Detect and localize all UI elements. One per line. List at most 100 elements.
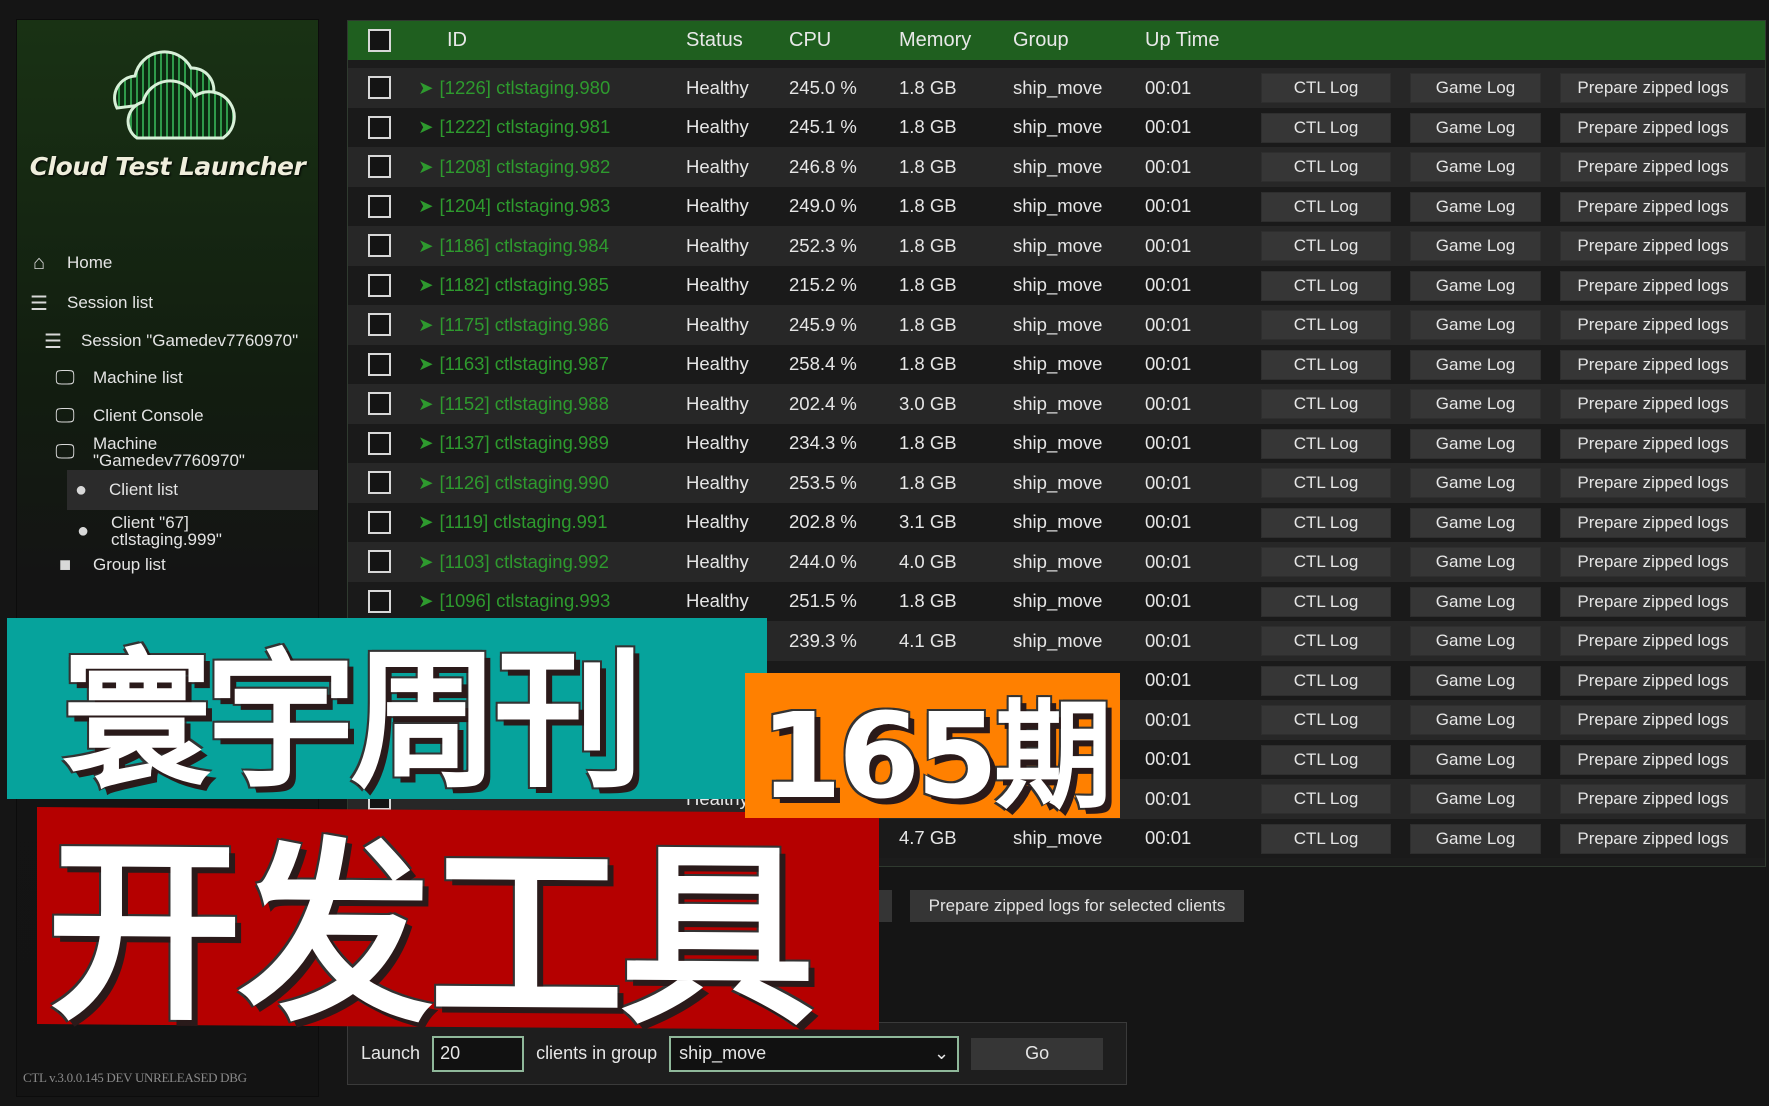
game-log-button[interactable]: Game Log [1410, 507, 1541, 538]
row-checkbox[interactable] [368, 155, 391, 179]
sidebar-item-machine-gamedev7760970[interactable]: 🖵 Machine "Gamedev7760970" [17, 432, 318, 472]
header-status[interactable]: Status [686, 21, 743, 60]
game-log-button[interactable]: Game Log [1410, 705, 1541, 735]
sidebar-item-machine-list[interactable]: 🖵 Machine list [17, 358, 318, 398]
row-checkbox[interactable] [368, 313, 391, 337]
ctl-log-button[interactable]: CTL Log [1261, 428, 1391, 459]
ctl-log-button[interactable]: CTL Log [1261, 310, 1391, 340]
ctl-log-button[interactable]: CTL Log [1261, 507, 1391, 538]
client-id-link[interactable]: ➤ [1222] ctlstaging.981 [418, 108, 610, 148]
client-id-link[interactable]: ➤ [1182] ctlstaging.985 [418, 266, 609, 306]
game-log-button[interactable]: Game Log [1410, 191, 1541, 222]
row-checkbox[interactable] [368, 234, 391, 258]
game-log-button[interactable]: Game Log [1410, 231, 1541, 261]
prepare-selected-logs-button[interactable]: Prepare zipped logs for selected clients [910, 890, 1244, 922]
prepare-zipped-logs-button[interactable]: Prepare zipped logs [1560, 784, 1746, 814]
ctl-log-button[interactable]: CTL Log [1261, 191, 1391, 222]
client-id-link[interactable]: ➤ [1119] ctlstaging.991 [418, 503, 608, 543]
ctl-log-button[interactable]: CTL Log [1261, 547, 1391, 577]
client-id-link[interactable]: ➤ [1137] ctlstaging.989 [418, 424, 609, 464]
game-log-button[interactable]: Game Log [1410, 310, 1541, 340]
prepare-zipped-logs-button[interactable]: Prepare zipped logs [1560, 626, 1746, 656]
prepare-zipped-logs-button[interactable]: Prepare zipped logs [1560, 705, 1746, 735]
game-log-button[interactable]: Game Log [1410, 73, 1541, 103]
sidebar-item-session-gamedev7760970[interactable]: ☰ Session "Gamedev7760970" [17, 321, 318, 361]
sidebar-item-client-console[interactable]: 🖵 Client Console [17, 396, 318, 436]
header-id[interactable]: ID [447, 21, 467, 60]
header-cpu[interactable]: CPU [789, 21, 831, 60]
prepare-zipped-logs-button[interactable]: Prepare zipped logs [1560, 823, 1746, 854]
game-log-button[interactable]: Game Log [1410, 270, 1541, 301]
sidebar-item-client-list[interactable]: ● Client list [67, 470, 318, 510]
game-log-button[interactable]: Game Log [1410, 468, 1541, 498]
ctl-log-button[interactable]: CTL Log [1261, 784, 1391, 814]
sidebar-item-home[interactable]: ⌂ Home [17, 243, 318, 283]
row-checkbox[interactable] [368, 115, 391, 139]
client-id-link[interactable]: ➤ [1186] ctlstaging.984 [418, 226, 609, 266]
ctl-log-button[interactable]: CTL Log [1261, 665, 1391, 696]
game-log-button[interactable]: Game Log [1410, 112, 1541, 143]
ctl-log-button[interactable]: CTL Log [1261, 152, 1391, 182]
prepare-zipped-logs-button[interactable]: Prepare zipped logs [1560, 112, 1746, 143]
prepare-zipped-logs-button[interactable]: Prepare zipped logs [1560, 270, 1746, 301]
client-id-link[interactable]: ➤ [1204] ctlstaging.983 [418, 187, 610, 227]
go-button[interactable]: Go [971, 1037, 1104, 1070]
client-id-link[interactable]: ➤ [1175] ctlstaging.986 [418, 305, 609, 345]
ctl-log-button[interactable]: CTL Log [1261, 270, 1391, 301]
game-log-button[interactable]: Game Log [1410, 784, 1541, 814]
prepare-zipped-logs-button[interactable]: Prepare zipped logs [1560, 468, 1746, 498]
prepare-zipped-logs-button[interactable]: Prepare zipped logs [1560, 349, 1746, 380]
ctl-log-button[interactable]: CTL Log [1261, 586, 1391, 617]
game-log-button[interactable]: Game Log [1410, 389, 1541, 419]
client-id-link[interactable]: ➤ [1152] ctlstaging.988 [418, 384, 609, 424]
ctl-log-button[interactable]: CTL Log [1261, 349, 1391, 380]
prepare-zipped-logs-button[interactable]: Prepare zipped logs [1560, 665, 1746, 696]
ctl-log-button[interactable]: CTL Log [1261, 823, 1391, 854]
prepare-zipped-logs-button[interactable]: Prepare zipped logs [1560, 507, 1746, 538]
game-log-button[interactable]: Game Log [1410, 586, 1541, 617]
game-log-button[interactable]: Game Log [1410, 665, 1541, 696]
header-uptime[interactable]: Up Time [1145, 21, 1219, 60]
row-checkbox[interactable] [368, 194, 391, 218]
prepare-zipped-logs-button[interactable]: Prepare zipped logs [1560, 191, 1746, 222]
ctl-log-button[interactable]: CTL Log [1261, 112, 1391, 143]
client-id-link[interactable]: ➤ [1126] ctlstaging.990 [418, 463, 609, 503]
game-log-button[interactable]: Game Log [1410, 152, 1541, 182]
row-checkbox[interactable] [368, 550, 391, 574]
client-id-link[interactable]: ➤ [1163] ctlstaging.987 [418, 345, 609, 385]
game-log-button[interactable]: Game Log [1410, 626, 1541, 656]
prepare-zipped-logs-button[interactable]: Prepare zipped logs [1560, 231, 1746, 261]
row-checkbox[interactable] [368, 471, 391, 495]
client-id-link[interactable]: ➤ [1103] ctlstaging.992 [418, 542, 609, 582]
ctl-log-button[interactable]: CTL Log [1261, 389, 1391, 419]
prepare-zipped-logs-button[interactable]: Prepare zipped logs [1560, 547, 1746, 577]
prepare-zipped-logs-button[interactable]: Prepare zipped logs [1560, 428, 1746, 459]
row-checkbox[interactable] [368, 76, 391, 100]
ctl-log-button[interactable]: CTL Log [1261, 468, 1391, 498]
ctl-log-button[interactable]: CTL Log [1261, 744, 1391, 775]
prepare-zipped-logs-button[interactable]: Prepare zipped logs [1560, 744, 1746, 775]
prepare-zipped-logs-button[interactable]: Prepare zipped logs [1560, 73, 1746, 103]
row-checkbox[interactable] [368, 392, 391, 416]
client-id-link[interactable]: ➤ [1226] ctlstaging.980 [418, 68, 610, 108]
client-id-link[interactable]: ➤ [1208] ctlstaging.982 [418, 147, 610, 187]
sidebar-item-group-list[interactable]: ■ Group list [17, 545, 318, 585]
prepare-zipped-logs-button[interactable]: Prepare zipped logs [1560, 152, 1746, 182]
select-all-checkbox[interactable] [368, 29, 391, 52]
game-log-button[interactable]: Game Log [1410, 547, 1541, 577]
ctl-log-button[interactable]: CTL Log [1261, 626, 1391, 656]
row-checkbox[interactable] [368, 273, 391, 297]
row-checkbox[interactable] [368, 510, 391, 534]
row-checkbox[interactable] [368, 352, 391, 376]
prepare-zipped-logs-button[interactable]: Prepare zipped logs [1560, 389, 1746, 419]
prepare-zipped-logs-button[interactable]: Prepare zipped logs [1560, 310, 1746, 340]
ctl-log-button[interactable]: CTL Log [1261, 231, 1391, 261]
row-checkbox[interactable] [368, 431, 391, 455]
header-group[interactable]: Group [1013, 21, 1069, 60]
ctl-log-button[interactable]: CTL Log [1261, 73, 1391, 103]
game-log-button[interactable]: Game Log [1410, 428, 1541, 459]
sidebar-item-session-list[interactable]: ☰ Session list [17, 283, 318, 323]
game-log-button[interactable]: Game Log [1410, 349, 1541, 380]
prepare-zipped-logs-button[interactable]: Prepare zipped logs [1560, 586, 1746, 617]
header-memory[interactable]: Memory [899, 21, 971, 60]
